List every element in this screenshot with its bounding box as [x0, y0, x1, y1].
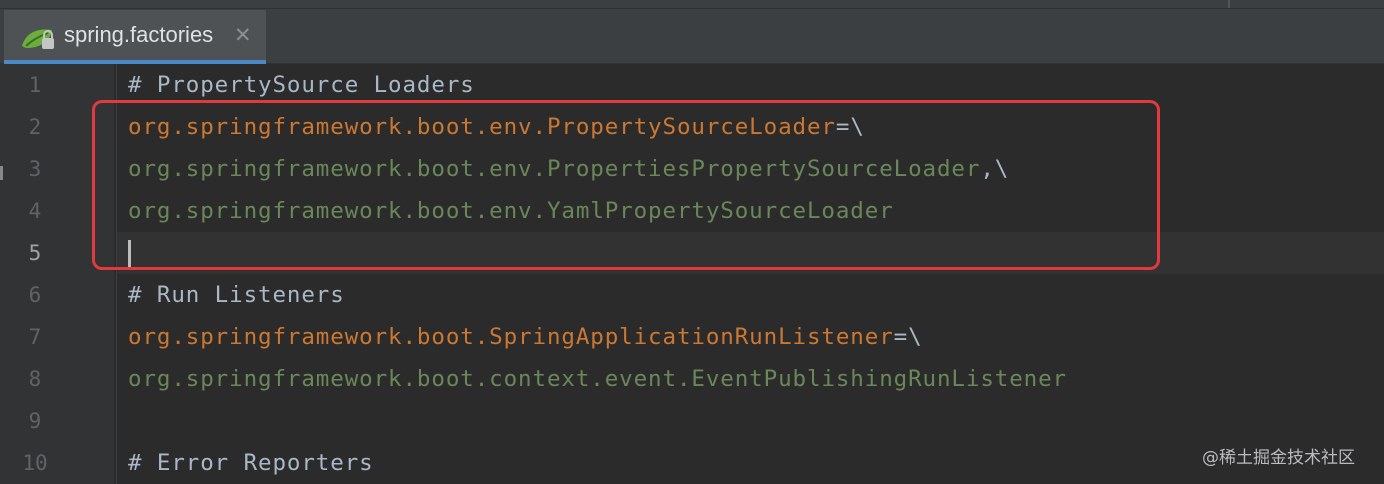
line-number: 6 — [28, 283, 42, 307]
code-token-comment: # Error Reporters — [128, 450, 374, 476]
line-numbers: 1 2 3 4 5 6 7 8 9 10 — [0, 64, 60, 484]
line-number: 5 — [28, 241, 42, 265]
line-number: 9 — [28, 409, 42, 433]
tab-bar-top-strip — [0, 0, 1384, 9]
tab-spring-factories[interactable]: spring.factories ✕ — [4, 10, 266, 64]
tab-bar-divider — [1228, 0, 1230, 8]
watermark: @稀土掘金技术社区 — [1202, 448, 1355, 468]
line-number: 4 — [28, 199, 42, 223]
close-icon[interactable]: ✕ — [234, 24, 252, 46]
line-number: 1 — [28, 73, 42, 97]
spring-leaf-file-icon — [18, 24, 58, 52]
line-number: 10 — [22, 451, 48, 475]
editor-tab-bar: spring.factories ✕ — [0, 0, 1384, 64]
code-line[interactable]: org.springframework.boot.SpringApplicati… — [128, 316, 1067, 358]
ide-window: spring.factories ✕ 1 2 3 4 5 6 7 8 9 10 # Propert… — [0, 0, 1384, 484]
code-token-comment: # PropertySource Loaders — [128, 72, 475, 98]
annotation-highlight-box — [92, 100, 1160, 270]
code-token-sep: =\ — [893, 324, 923, 350]
line-number: 7 — [28, 325, 42, 349]
line-number: 3 — [28, 157, 42, 181]
code-line[interactable]: # Error Reporters — [128, 442, 1067, 484]
code-token-key: org.springframework.boot.SpringApplicati… — [128, 324, 894, 350]
line-number: 2 — [28, 115, 42, 139]
code-line[interactable]: # Run Listeners — [128, 274, 1067, 316]
code-line[interactable] — [128, 400, 1067, 442]
line-number: 8 — [28, 367, 42, 391]
code-line[interactable]: org.springframework.boot.context.event.E… — [128, 358, 1067, 400]
code-token-comment: # Run Listeners — [128, 282, 345, 308]
code-token-val: org.springframework.boot.context.event.E… — [128, 366, 1067, 392]
tab-label: spring.factories — [64, 22, 214, 47]
